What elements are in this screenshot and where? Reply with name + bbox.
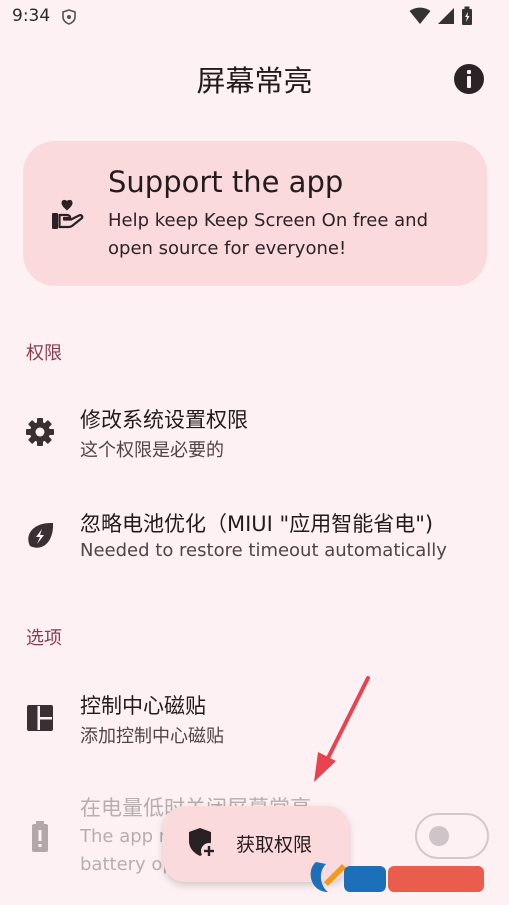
support-card[interactable]: Support the app Help keep Keep Screen On… — [23, 141, 487, 286]
pref-ignore-battery-optimization[interactable]: 忽略电池优化（MIUI "应用智能省电") Needed to restore … — [0, 496, 509, 576]
eco-leaf-icon — [28, 522, 54, 548]
pref-title: 修改系统设置权限 — [80, 408, 248, 432]
pref-summary: 这个权限是必要的 — [80, 440, 224, 461]
battery-alert-icon — [32, 821, 48, 852]
pref-summary-line1: The app n — [80, 826, 171, 847]
shield-status-icon — [62, 9, 76, 25]
wifi-icon — [409, 7, 431, 24]
support-title: Support the app — [108, 165, 344, 199]
page-title: 屏幕常亮 — [196, 64, 313, 98]
cell-signal-icon — [438, 8, 454, 24]
section-header-permissions: 权限 — [26, 343, 62, 364]
dashboard-tile-icon — [27, 705, 53, 731]
annotation-arrow — [314, 676, 370, 782]
watermark-logo — [310, 862, 484, 892]
pref-control-center-tile[interactable]: 控制中心磁贴 添加控制中心磁贴 — [0, 678, 509, 758]
pref-modify-system-settings[interactable]: 修改系统设置权限 这个权限是必要的 — [0, 392, 509, 472]
status-icons — [409, 6, 473, 26]
pref-summary-line2: battery op — [80, 854, 174, 875]
status-bar: 9:34 — [0, 0, 509, 36]
section-header-options: 选项 — [26, 628, 62, 649]
pref-summary: Needed to restore timeout automatically — [80, 540, 447, 561]
screen: 9:34 屏幕常亮 Support the app Help keep Keep… — [0, 0, 509, 905]
shield-add-icon — [189, 828, 217, 859]
fab-label: 获取权限 — [236, 834, 313, 856]
battery-icon — [462, 6, 472, 25]
support-description: Help keep Keep Screen On free and open s… — [108, 210, 429, 259]
low-battery-toggle[interactable] — [415, 813, 489, 859]
status-time: 9:34 — [12, 6, 51, 26]
pref-title: 控制中心磁贴 — [80, 694, 206, 718]
hand-heart-icon — [52, 199, 84, 229]
pref-title: 忽略电池优化（MIUI "应用智能省电") — [80, 512, 434, 536]
info-button[interactable] — [454, 64, 484, 94]
pref-summary: 添加控制中心磁贴 — [80, 726, 224, 747]
gear-icon — [26, 418, 54, 446]
toggle-knob — [429, 826, 449, 846]
